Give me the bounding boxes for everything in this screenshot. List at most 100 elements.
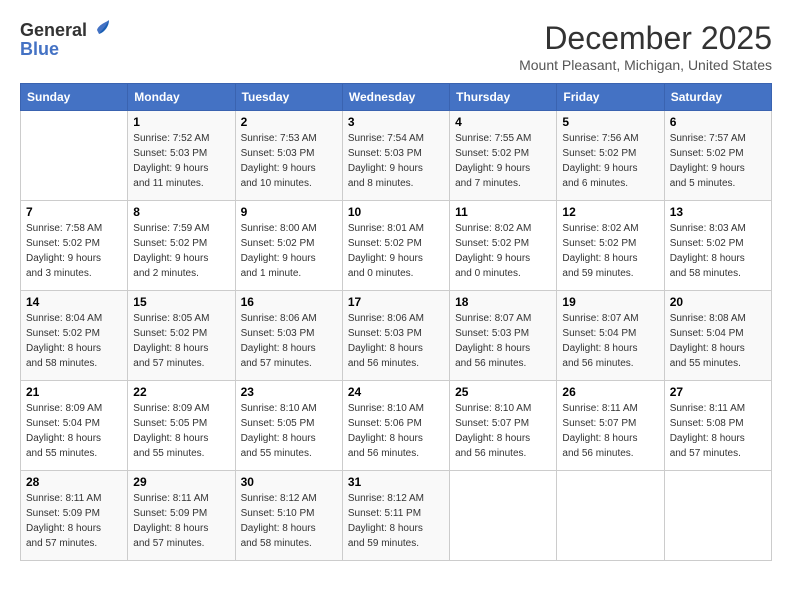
- calendar-day-cell: [557, 471, 664, 561]
- day-number: 8: [133, 205, 229, 219]
- calendar-day-cell: 28Sunrise: 8:11 AMSunset: 5:09 PMDayligh…: [21, 471, 128, 561]
- day-number: 29: [133, 475, 229, 489]
- day-number: 6: [670, 115, 766, 129]
- calendar-day-cell: 15Sunrise: 8:05 AMSunset: 5:02 PMDayligh…: [128, 291, 235, 381]
- calendar-day-cell: 4Sunrise: 7:55 AMSunset: 5:02 PMDaylight…: [450, 111, 557, 201]
- day-number: 16: [241, 295, 337, 309]
- day-info: Sunrise: 8:06 AMSunset: 5:03 PMDaylight:…: [348, 311, 444, 371]
- day-of-week-header: Tuesday: [235, 84, 342, 111]
- day-number: 20: [670, 295, 766, 309]
- day-number: 11: [455, 205, 551, 219]
- month-title: December 2025: [519, 20, 772, 57]
- calendar-day-cell: 30 Sunrise: 8:12 AMSunset: 5:10 PMDayligh…: [235, 471, 342, 561]
- day-info: Sunrise: 8:10 AMSunset: 5:06 PMDaylight:…: [348, 401, 444, 461]
- calendar-table: SundayMondayTuesdayWednesdayThursdayFrid…: [20, 83, 772, 561]
- calendar-day-cell: 21 Sunrise: 8:09 AMSunset: 5:04 PMDayligh…: [21, 381, 128, 471]
- calendar-day-cell: 31Sunrise: 8:12 AMSunset: 5:11 PMDayligh…: [342, 471, 449, 561]
- calendar-day-cell: 7 Sunrise: 7:58 AMSunset: 5:02 PMDaylight…: [21, 201, 128, 291]
- calendar-week-row: 14 Sunrise: 8:04 AMSunset: 5:02 PMDayligh…: [21, 291, 772, 381]
- day-number: 23: [241, 385, 337, 399]
- calendar-day-cell: 3 Sunrise: 7:54 AMSunset: 5:03 PMDaylight…: [342, 111, 449, 201]
- calendar-week-row: 28Sunrise: 8:11 AMSunset: 5:09 PMDayligh…: [21, 471, 772, 561]
- day-number: 14: [26, 295, 122, 309]
- day-number: 7: [26, 205, 122, 219]
- day-info: Sunrise: 8:11 AMSunset: 5:09 PMDaylight:…: [26, 491, 122, 551]
- calendar-day-cell: 16Sunrise: 8:06 AMSunset: 5:03 PMDayligh…: [235, 291, 342, 381]
- calendar-week-row: 1 Sunrise: 7:52 AMSunset: 5:03 PMDaylight…: [21, 111, 772, 201]
- logo-general-text: General: [20, 20, 87, 41]
- day-number: 13: [670, 205, 766, 219]
- day-number: 24: [348, 385, 444, 399]
- day-info: Sunrise: 7:52 AMSunset: 5:03 PMDaylight:…: [133, 131, 229, 191]
- calendar-day-cell: 18Sunrise: 8:07 AMSunset: 5:03 PMDayligh…: [450, 291, 557, 381]
- day-number: 30: [241, 475, 337, 489]
- calendar-week-row: 7 Sunrise: 7:58 AMSunset: 5:02 PMDaylight…: [21, 201, 772, 291]
- day-number: 26: [562, 385, 658, 399]
- day-number: 19: [562, 295, 658, 309]
- day-of-week-header: Friday: [557, 84, 664, 111]
- calendar-day-cell: 22Sunrise: 8:09 AMSunset: 5:05 PMDayligh…: [128, 381, 235, 471]
- title-block: December 2025 Mount Pleasant, Michigan, …: [519, 20, 772, 73]
- logo-blue-text: Blue: [20, 39, 111, 60]
- day-info: Sunrise: 8:08 AMSunset: 5:04 PMDaylight:…: [670, 311, 766, 371]
- calendar-day-cell: [664, 471, 771, 561]
- day-info: Sunrise: 7:55 AMSunset: 5:02 PMDaylight:…: [455, 131, 551, 191]
- calendar-day-cell: 29 Sunrise: 8:11 AMSunset: 5:09 PMDayligh…: [128, 471, 235, 561]
- calendar-day-cell: 1 Sunrise: 7:52 AMSunset: 5:03 PMDaylight…: [128, 111, 235, 201]
- day-info: Sunrise: 8:05 AMSunset: 5:02 PMDaylight:…: [133, 311, 229, 371]
- day-number: 22: [133, 385, 229, 399]
- day-info: Sunrise: 8:02 AMSunset: 5:02 PMDaylight:…: [455, 221, 551, 281]
- calendar-day-cell: 12Sunrise: 8:02 AMSunset: 5:02 PMDayligh…: [557, 201, 664, 291]
- day-info: Sunrise: 7:53 AMSunset: 5:03 PMDaylight:…: [241, 131, 337, 191]
- day-of-week-header: Sunday: [21, 84, 128, 111]
- calendar-day-cell: 9Sunrise: 8:00 AMSunset: 5:02 PMDaylight…: [235, 201, 342, 291]
- day-info: Sunrise: 8:11 AMSunset: 5:07 PMDaylight:…: [562, 401, 658, 461]
- calendar-day-cell: 11 Sunrise: 8:02 AMSunset: 5:02 PMDayligh…: [450, 201, 557, 291]
- day-number: 1: [133, 115, 229, 129]
- page-header: General Blue December 2025 Mount Pleasan…: [20, 20, 772, 73]
- calendar-day-cell: 27Sunrise: 8:11 AMSunset: 5:08 PMDayligh…: [664, 381, 771, 471]
- day-info: Sunrise: 8:10 AMSunset: 5:07 PMDaylight:…: [455, 401, 551, 461]
- day-info: Sunrise: 7:57 AMSunset: 5:02 PMDaylight:…: [670, 131, 766, 191]
- location-title: Mount Pleasant, Michigan, United States: [519, 57, 772, 73]
- day-of-week-header: Saturday: [664, 84, 771, 111]
- day-info: Sunrise: 7:56 AMSunset: 5:02 PMDaylight:…: [562, 131, 658, 191]
- day-number: 9: [241, 205, 337, 219]
- day-number: 17: [348, 295, 444, 309]
- day-of-week-header: Thursday: [450, 84, 557, 111]
- day-number: 25: [455, 385, 551, 399]
- calendar-day-cell: 25 Sunrise: 8:10 AMSunset: 5:07 PMDayligh…: [450, 381, 557, 471]
- day-info: Sunrise: 7:58 AMSunset: 5:02 PMDaylight:…: [26, 221, 122, 281]
- day-info: Sunrise: 8:07 AMSunset: 5:04 PMDaylight:…: [562, 311, 658, 371]
- calendar-day-cell: 13Sunrise: 8:03 AMSunset: 5:02 PMDayligh…: [664, 201, 771, 291]
- day-info: Sunrise: 8:12 AMSunset: 5:10 PMDaylight:…: [241, 491, 337, 551]
- day-number: 18: [455, 295, 551, 309]
- calendar-day-cell: 19 Sunrise: 8:07 AMSunset: 5:04 PMDayligh…: [557, 291, 664, 381]
- day-number: 5: [562, 115, 658, 129]
- calendar-day-cell: 23 Sunrise: 8:10 AMSunset: 5:05 PMDayligh…: [235, 381, 342, 471]
- day-number: 3: [348, 115, 444, 129]
- logo-bird-icon: [89, 18, 111, 40]
- day-info: Sunrise: 8:09 AMSunset: 5:04 PMDaylight:…: [26, 401, 122, 461]
- calendar-day-cell: 5 Sunrise: 7:56 AMSunset: 5:02 PMDaylight…: [557, 111, 664, 201]
- logo: General Blue: [20, 20, 111, 60]
- day-number: 10: [348, 205, 444, 219]
- day-of-week-header: Wednesday: [342, 84, 449, 111]
- day-info: Sunrise: 7:54 AMSunset: 5:03 PMDaylight:…: [348, 131, 444, 191]
- calendar-day-cell: 26 Sunrise: 8:11 AMSunset: 5:07 PMDayligh…: [557, 381, 664, 471]
- calendar-day-cell: 2Sunrise: 7:53 AMSunset: 5:03 PMDaylight…: [235, 111, 342, 201]
- day-info: Sunrise: 7:59 AMSunset: 5:02 PMDaylight:…: [133, 221, 229, 281]
- calendar-day-cell: [21, 111, 128, 201]
- calendar-day-cell: 20 Sunrise: 8:08 AMSunset: 5:04 PMDayligh…: [664, 291, 771, 381]
- calendar-day-cell: [450, 471, 557, 561]
- day-number: 21: [26, 385, 122, 399]
- day-info: Sunrise: 8:04 AMSunset: 5:02 PMDaylight:…: [26, 311, 122, 371]
- day-of-week-header: Monday: [128, 84, 235, 111]
- calendar-day-cell: 6 Sunrise: 7:57 AMSunset: 5:02 PMDaylight…: [664, 111, 771, 201]
- day-number: 12: [562, 205, 658, 219]
- calendar-day-cell: 24 Sunrise: 8:10 AMSunset: 5:06 PMDayligh…: [342, 381, 449, 471]
- day-info: Sunrise: 8:11 AMSunset: 5:08 PMDaylight:…: [670, 401, 766, 461]
- calendar-day-cell: 10Sunrise: 8:01 AMSunset: 5:02 PMDayligh…: [342, 201, 449, 291]
- day-info: Sunrise: 8:11 AMSunset: 5:09 PMDaylight:…: [133, 491, 229, 551]
- day-info: Sunrise: 8:10 AMSunset: 5:05 PMDaylight:…: [241, 401, 337, 461]
